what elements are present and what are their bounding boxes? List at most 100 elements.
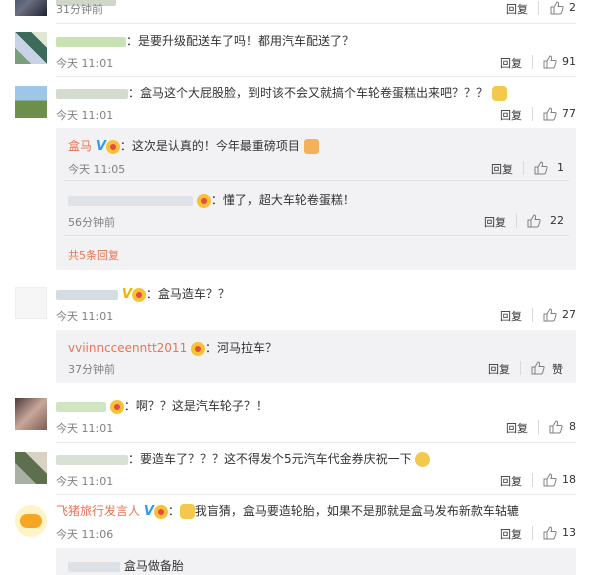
member-badge-icon <box>131 287 146 302</box>
avatar[interactable] <box>15 398 47 430</box>
grin-emoji-icon <box>415 452 431 467</box>
like-icon[interactable] <box>550 1 564 15</box>
separator <box>538 420 539 434</box>
member-badge-icon <box>196 193 211 208</box>
username-blurred[interactable] <box>68 561 120 572</box>
comment-time: 今天 11:06 <box>56 528 114 541</box>
username-blurred[interactable] <box>56 454 128 465</box>
comment-text: 我盲猜，盒马要造轮胎，如果不是那就是盒马发布新款车轱辘 <box>194 504 519 518</box>
comment-time: 今天 11:01 <box>56 109 114 122</box>
member-badge-icon <box>105 139 120 154</box>
separator <box>523 161 524 175</box>
separator <box>532 308 533 322</box>
reply-button[interactable]: 回复 <box>484 214 506 230</box>
member-badge-icon <box>109 399 124 414</box>
verified-v-icon: V <box>95 139 106 154</box>
like-count: 22 <box>550 214 564 227</box>
comment-text: ：啊？？这是汽车轮子？！ <box>123 399 268 413</box>
separator <box>532 55 533 69</box>
comment-time: 今天 11:01 <box>56 422 114 435</box>
subreply-time: 56分钟前 <box>68 216 115 229</box>
like-icon[interactable] <box>543 107 557 121</box>
verified-v-icon: V <box>143 504 154 519</box>
subreply-text: ：河马拉车？ <box>205 341 278 355</box>
subreply-line: ：懂了，超大车轮卷蛋糕！ <box>68 191 355 208</box>
member-badge-icon <box>191 341 206 356</box>
like-icon[interactable] <box>531 361 545 375</box>
like-icon[interactable] <box>543 55 557 69</box>
more-replies-link[interactable]: 共5条回复 <box>68 247 119 263</box>
like-count: 18 <box>562 473 576 486</box>
separator <box>538 1 539 15</box>
comment-time: 今天 11:01 <box>56 475 114 488</box>
like-count: 2 <box>569 1 576 14</box>
subreply-time: 今天 11:05 <box>68 163 126 176</box>
divider <box>64 235 569 236</box>
separator <box>532 526 533 540</box>
cake-emoji-icon <box>303 139 319 154</box>
avatar[interactable] <box>15 32 47 64</box>
avatar[interactable] <box>15 0 47 16</box>
like-icon[interactable] <box>543 308 557 322</box>
like-count: 1 <box>557 161 564 174</box>
comment-line: ：啊？？这是汽车轮子？！ <box>56 397 268 414</box>
subreply-username[interactable]: vviinncceenntt2011 <box>68 341 187 355</box>
like-icon[interactable] <box>549 420 563 434</box>
comment-line: 飞猪旅行发言人 V：我盲猜，盒马要造轮胎，如果不是那就是盒马发布新款车轱辘 <box>56 504 519 519</box>
like-count: 77 <box>562 107 576 120</box>
subreply-line: 盒马做备胎 <box>68 557 184 574</box>
comment-text: ：盒马造车？？ <box>145 287 230 301</box>
username-blurred[interactable] <box>56 289 118 300</box>
like-icon[interactable] <box>527 214 541 228</box>
separator <box>520 361 521 375</box>
like-count: 13 <box>562 526 576 539</box>
avatar[interactable] <box>15 505 47 537</box>
member-badge-icon <box>153 504 168 519</box>
subreply-text: 盒马做备胎 <box>123 559 184 573</box>
like-icon[interactable] <box>543 526 557 540</box>
reply-button[interactable]: 回复 <box>506 420 528 436</box>
comment-line: ：是要升级配送车了吗！都用汽车配送了？ <box>56 32 354 49</box>
comment-text: ：是要升级配送车了吗！都用汽车配送了？ <box>126 34 355 48</box>
like-count: 赞 <box>552 363 563 376</box>
divider <box>56 76 576 77</box>
subreply-line: 盒马 V ：这次是认真的！今年最重磅项目 <box>68 137 319 154</box>
avatar[interactable] <box>15 452 47 484</box>
username-blurred[interactable] <box>56 401 106 412</box>
avatar[interactable] <box>15 287 47 319</box>
reply-button[interactable]: 回复 <box>488 361 510 377</box>
like-icon[interactable] <box>543 473 557 487</box>
divider <box>64 180 569 181</box>
reply-button[interactable]: 回复 <box>500 308 522 324</box>
reply-button[interactable]: 回复 <box>500 107 522 123</box>
divider <box>56 494 576 495</box>
username-blurred[interactable] <box>56 88 128 99</box>
subreply-line: vviinncceenntt2011 ：河马拉车？ <box>68 339 277 356</box>
comment-time: 31分钟前 <box>56 3 103 16</box>
avatar[interactable] <box>15 86 47 118</box>
like-count: 27 <box>562 308 576 321</box>
subreply-text: ：懂了，超大车轮卷蛋糕！ <box>210 193 355 207</box>
separator <box>532 107 533 121</box>
comment-time: 今天 11:01 <box>56 310 114 323</box>
reply-button[interactable]: 回复 <box>491 161 513 177</box>
subreply-text: ：这次是认真的！今年最重磅项目 <box>119 139 300 153</box>
comment-line: ：要造车了？？？这不得发个5元汽车代金券庆祝一下 <box>56 450 431 467</box>
comment-text: ：要造车了？？？这不得发个5元汽车代金券庆祝一下 <box>128 452 412 466</box>
like-count: 91 <box>562 55 576 68</box>
comment-time: 今天 11:01 <box>56 57 114 70</box>
comment-username[interactable]: 飞猪旅行发言人 <box>56 504 140 518</box>
separator <box>532 473 533 487</box>
reply-button[interactable]: 回复 <box>500 473 522 489</box>
subreply-username[interactable]: 盒马 <box>68 139 92 153</box>
reply-button[interactable]: 回复 <box>506 1 528 17</box>
reply-button[interactable]: 回复 <box>500 526 522 542</box>
like-icon[interactable] <box>534 161 548 175</box>
subreply-time: 37分钟前 <box>68 363 115 376</box>
like-count: 8 <box>569 420 576 433</box>
reply-button[interactable]: 回复 <box>500 55 522 71</box>
username-blurred[interactable] <box>68 195 193 206</box>
username-blurred[interactable] <box>56 36 126 47</box>
verified-v-icon: V <box>121 287 132 302</box>
divider <box>56 23 576 24</box>
